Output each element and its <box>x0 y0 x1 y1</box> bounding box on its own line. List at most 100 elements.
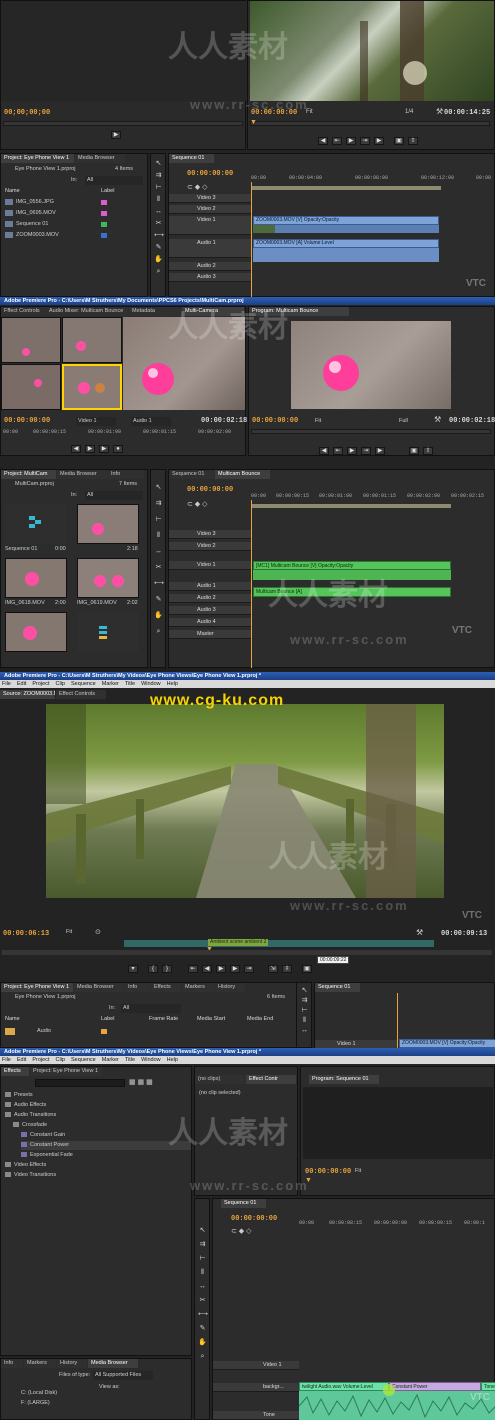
tab-source[interactable]: Source: ZOOM0003.MOV <box>0 690 55 699</box>
effects-tree-item[interactable]: Video Effects <box>5 1161 175 1170</box>
mark-in-icon[interactable]: ▾ <box>128 965 138 973</box>
effects-tree-item[interactable]: Presets <box>5 1091 175 1100</box>
menu-item[interactable]: Window <box>141 1057 161 1063</box>
tab-info[interactable]: Info <box>108 470 144 479</box>
export-frame-icon[interactable]: ▣ <box>302 965 312 973</box>
menu-item[interactable]: Sequence <box>71 681 96 687</box>
tab-multicam-bounce[interactable]: Multicam Bounce <box>215 470 270 479</box>
selection-tool-icon[interactable]: ↖ <box>300 987 309 995</box>
in-filter-dropdown[interactable]: All <box>121 1004 181 1013</box>
work-area-bar[interactable] <box>251 504 451 508</box>
menu-item[interactable]: File <box>2 681 11 687</box>
track-header[interactable]: Audio 1 <box>169 582 251 591</box>
play-icon[interactable]: ▶ <box>346 137 356 145</box>
tab-project[interactable]: Project: MultiCam <box>1 470 56 479</box>
img0619-thumb[interactable] <box>77 558 139 598</box>
track-header[interactable]: Audio 3 <box>169 606 251 615</box>
column-media-end[interactable]: Media End <box>247 1015 273 1024</box>
ripple-edit-tool-icon[interactable]: ⊢ <box>300 1007 309 1015</box>
step-forward-icon[interactable]: ▶ <box>230 965 240 973</box>
column-name[interactable]: Name <box>5 187 20 196</box>
tab-project[interactable]: Project: Eye Phone View 1 <box>1 983 73 992</box>
effects-toolbar-icons[interactable]: ▦ ▦ ▦ <box>129 1078 153 1086</box>
source-timecode-3[interactable]: 00:00:06:13 <box>3 930 49 938</box>
drive-f[interactable]: F: (LARGE) <box>21 1399 50 1408</box>
tab-effects[interactable]: Effects <box>151 983 181 992</box>
track-select-tool-icon[interactable]: ⇉ <box>154 500 163 508</box>
set-out-icon[interactable]: } <box>162 965 172 973</box>
effects-tree-item[interactable]: Constant Power <box>21 1141 191 1150</box>
pen-tool-icon[interactable]: ✎ <box>198 1325 207 1333</box>
track-select-tool-icon[interactable]: ⇉ <box>300 997 309 1005</box>
slip-tool-icon[interactable]: ⟷ <box>154 232 164 240</box>
playhead-line[interactable] <box>397 993 398 1048</box>
project-file-item[interactable]: Sequence 01 <box>5 220 145 229</box>
tab-sequence[interactable]: Sequence 01 <box>221 1199 266 1208</box>
effects-tree-item[interactable]: Exponential Fade <box>21 1151 191 1160</box>
track-header[interactable]: Audio 2 <box>169 262 251 271</box>
multicam-seq-thumb[interactable] <box>77 612 139 652</box>
ripple-edit-tool-icon[interactable]: ⊢ <box>154 184 163 192</box>
menu-item[interactable]: Edit <box>17 681 26 687</box>
menu-item[interactable]: Project <box>32 1057 49 1063</box>
snap-icon[interactable]: ⊂ ◆ ◇ <box>187 183 208 191</box>
ripple-edit-tool-icon[interactable]: ⊢ <box>154 516 163 524</box>
effects-tree-item[interactable]: Video Transitions <box>5 1171 175 1180</box>
track-tone[interactable]: Tone <box>213 1411 299 1420</box>
rolling-edit-tool-icon[interactable]: ⫴ <box>198 1269 207 1277</box>
step-back-icon[interactable]: ◀ <box>71 445 81 453</box>
slip-tool-icon[interactable]: ⟷ <box>154 580 164 588</box>
program-timecode-4[interactable]: 00:00:00:00 <box>305 1168 351 1176</box>
lift-icon[interactable]: ⇧ <box>408 137 418 145</box>
play-icon[interactable]: ▶ <box>216 965 226 973</box>
program-scrubber-2[interactable] <box>251 429 491 434</box>
drive-c[interactable]: C: (Local Disk) <box>21 1389 57 1398</box>
rate-stretch-tool-icon[interactable]: ↔ <box>154 548 163 556</box>
step-forward-icon[interactable]: ▶ <box>99 445 109 453</box>
track-header[interactable]: Audio 3 <box>169 273 251 282</box>
program-timecode[interactable]: 00:00:00:00 <box>251 109 297 117</box>
hand-tool-icon[interactable]: ✋ <box>154 256 163 264</box>
menu-item[interactable]: Marker <box>102 1057 119 1063</box>
overwrite-icon[interactable]: ⇳ <box>282 965 292 973</box>
scrubber-track[interactable] <box>2 950 492 955</box>
source-fit-3[interactable]: Fit <box>66 928 72 937</box>
go-out-icon[interactable]: ⇥ <box>361 447 371 455</box>
tab-effect-controls[interactable]: Fffect Controls <box>1 307 45 316</box>
menu-item[interactable]: Clip <box>55 681 64 687</box>
multicam-ruler[interactable]: 00:00 00:00:00:15 00:00:01:00 00:00:01:1… <box>3 428 243 436</box>
step-forward-icon[interactable]: ▶ <box>374 137 384 145</box>
tab-source-no-clips[interactable]: (no clips) <box>195 1075 245 1084</box>
effects-tree-item[interactable]: Audio Transitions <box>5 1111 175 1120</box>
in-filter-dropdown[interactable]: All <box>85 176 143 185</box>
playhead-line[interactable] <box>251 182 252 297</box>
program-timecode-2[interactable]: 00:00:00:00 <box>252 417 298 425</box>
column-name[interactable]: Name <box>5 1015 20 1024</box>
tab-effects[interactable]: Effects <box>1 1067 29 1076</box>
in-filter-dropdown[interactable]: All <box>85 491 143 500</box>
tab-multi-camera[interactable]: Multi-Camera <box>182 307 244 316</box>
column-label[interactable]: Label <box>101 1015 114 1024</box>
wrench-icon[interactable]: ⚒ <box>434 415 441 424</box>
tab-program[interactable]: Program: Sequence 01 <box>309 1075 379 1084</box>
source-timecode[interactable]: 00;00;00;00 <box>4 109 50 117</box>
snap-icon[interactable]: ⊂ ◆ ◇ <box>231 1227 252 1235</box>
project-file-item[interactable]: IMG_0556.JPG <box>5 198 145 207</box>
rate-stretch-tool-icon[interactable]: ↔ <box>300 1027 309 1035</box>
timeline-ruler[interactable]: 00:00 00:00:08:15 00:00:09:00 00:00:09:1… <box>299 1219 495 1227</box>
view-as-label[interactable]: View as: <box>99 1383 120 1392</box>
track-header[interactable]: Video 2 <box>169 205 251 214</box>
selection-tool-icon[interactable]: ↖ <box>154 160 163 168</box>
video-select[interactable]: Video 1 <box>76 417 116 426</box>
tab-info[interactable]: Info <box>1 1359 23 1368</box>
razor-tool-icon[interactable]: ✂ <box>154 220 163 228</box>
rolling-edit-tool-icon[interactable]: ⫴ <box>154 532 163 540</box>
menu-item[interactable]: Project <box>32 681 49 687</box>
files-of-type-select[interactable]: All Supported Files <box>93 1371 153 1380</box>
tab-project[interactable]: Project: Eye Phone View 1 <box>30 1067 102 1076</box>
wrench-icon[interactable]: ⚒ <box>416 928 423 937</box>
step-back-icon[interactable]: ◀ <box>318 137 328 145</box>
timeline-timecode[interactable]: 00:00:00:00 <box>187 170 233 178</box>
program-fit-4[interactable]: Fit <box>355 1167 361 1176</box>
tab-sequence[interactable]: Sequence 01 <box>315 983 360 992</box>
